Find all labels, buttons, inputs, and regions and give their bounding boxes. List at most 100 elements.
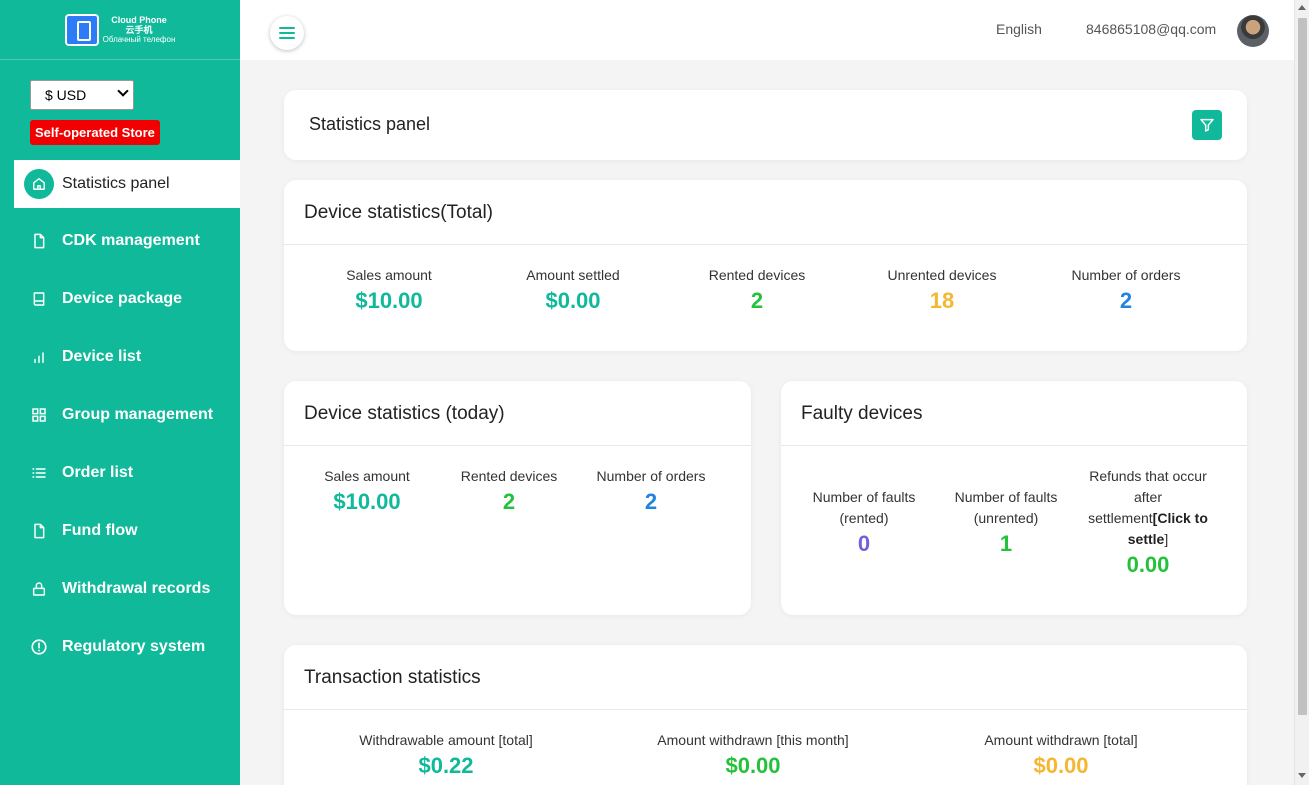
stat-label: Number of faults [812,489,916,505]
logo[interactable]: Cloud Phone 云手机 Облачный телефон [64,13,176,46]
sidebar-item-group-management[interactable]: Group management [0,395,240,435]
stat-withdrawn-total: Amount withdrawn [total] $0.00 [951,730,1171,779]
logo-text: Cloud Phone 云手机 Облачный телефон [103,15,176,45]
stat-value: 0 [857,531,871,556]
stat-label: Refunds that occur [1089,468,1207,484]
stat-value: $0.22 [418,753,474,778]
stat-label: settlement[Click to [1083,508,1213,529]
filter-button[interactable] [1192,110,1222,140]
sidebar-item-label: Withdrawal records [62,580,211,597]
divider [284,709,1247,710]
logo-area: Cloud Phone 云手机 Облачный телефон [0,0,240,60]
stat-label: Number of faults [954,489,1058,505]
stat-value: 2 [1119,288,1133,313]
sidebar-item-device-package[interactable]: Device package [0,279,240,319]
filter-icon [1200,118,1214,132]
stat-label: Number of orders [596,468,706,484]
stat-label: (unrented) [973,510,1039,526]
stat-unrented-devices: Unrented devices 18 [867,265,1017,314]
stat-label: Rented devices [708,267,806,283]
sidebar-item-regulatory-system[interactable]: Regulatory system [0,627,240,667]
logo-line-3: Облачный телефон [102,34,176,44]
stat-withdrawable-amount: Withdrawable amount [total] $0.22 [336,730,556,779]
page-title: Statistics panel [309,114,431,134]
stat-value: $0.00 [1033,753,1089,778]
stat-label-part: ] [1164,531,1169,547]
stat-label: Amount settled [526,267,620,283]
card-title: Faulty devices [801,403,923,424]
stat-label: Withdrawable amount [total] [359,732,533,748]
chevron-down-icon [117,85,129,97]
stat-value: 0.00 [1126,552,1170,577]
stat-withdrawn-this-month: Amount withdrawn [this month] $0.00 [643,730,863,779]
currency-select[interactable]: $ USD [30,80,134,110]
sidebar-item-label: Group management [62,406,214,423]
sidebar-item-fund-flow[interactable]: Fund flow [0,511,240,551]
panel-header-card: Statistics panel [284,90,1247,160]
stat-number-of-orders: Number of orders 2 [1051,265,1201,314]
click-to-settle-link[interactable]: settle [1128,531,1165,547]
stat-value: $0.00 [725,753,781,778]
scroll-up-arrow-icon[interactable] [1298,5,1306,10]
scrollbar[interactable] [1294,0,1309,785]
stat-label: Unrented devices [887,267,997,283]
sidebar-item-label: Regulatory system [62,638,206,655]
stat-label: after [1133,489,1162,505]
card-title: Device statistics(Total) [304,202,493,223]
stat-value: $0.00 [545,288,601,313]
stat-label: (rented) [839,510,889,526]
stat-label: Sales amount [346,267,432,283]
bar-chart-icon [30,348,48,366]
language-selector[interactable]: English [996,21,1042,37]
stat-label: Rented devices [460,468,558,484]
stat-faults-rented: Number of faults (rented) 0 [799,487,929,557]
home-icon [24,169,54,199]
book-icon [30,290,48,308]
scroll-down-arrow-icon[interactable] [1298,773,1306,778]
stat-rented-devices: Rented devices 2 [439,466,579,515]
sidebar-item-label: Device list [62,348,142,365]
sidebar-item-cdk-management[interactable]: CDK management [0,221,240,261]
device-statistics-today-card: Device statistics (today) Sales amount $… [284,381,751,615]
sidebar-item-withdrawal-records[interactable]: Withdrawal records [0,569,240,609]
document-icon [30,232,48,250]
faulty-devices-card: Faulty devices Number of faults (rented)… [781,381,1247,615]
divider [284,445,751,446]
stat-value: 2 [644,489,658,514]
stat-value: 2 [502,489,516,514]
sidebar-item-label: Device package [62,290,183,307]
device-statistics-total-card: Device statistics(Total) Sales amount $1… [284,180,1247,351]
sidebar-item-device-list[interactable]: Device list [0,337,240,377]
sidebar-item-label: Fund flow [62,522,138,539]
store-badge: Self-operated Store [30,120,160,145]
document-icon [30,522,48,540]
user-email[interactable]: 846865108@qq.com [1086,21,1216,37]
click-to-settle-link[interactable]: [Click to [1153,510,1208,526]
stat-value: 1 [999,531,1013,556]
stat-label: settle] [1083,529,1213,550]
stat-rented-devices: Rented devices 2 [687,265,827,314]
sidebar-item-label: Statistics panel [62,175,170,192]
stat-refunds-after-settlement: Refunds that occur after settlement[Clic… [1083,466,1213,578]
stat-sales-amount: Sales amount $10.00 [319,265,459,314]
sidebar-item-label: Order list [62,464,134,481]
stat-amount-settled: Amount settled $0.00 [503,265,643,314]
stat-label: Number of orders [1071,267,1181,283]
sidebar-item-order-list[interactable]: Order list [0,453,240,493]
stat-value: $10.00 [333,489,401,514]
divider [284,244,1247,245]
stat-faults-unrented: Number of faults (unrented) 1 [941,487,1071,557]
stat-label-part: settlement [1088,510,1153,526]
sidebar-top: $ USD Self-operated Store [0,61,240,160]
sidebar-item-statistics-panel[interactable]: Statistics panel [14,160,240,208]
currency-value: $ USD [45,87,87,103]
lock-icon [30,580,48,598]
stat-sales-amount: Sales amount $10.00 [297,466,437,515]
sidebar-item-label: CDK management [62,232,200,249]
transaction-statistics-card: Transaction statistics Withdrawable amou… [284,645,1247,785]
stat-value: 2 [750,288,764,313]
avatar[interactable] [1237,15,1269,47]
scroll-thumb[interactable] [1298,18,1307,715]
top-header: English 846865108@qq.com [240,0,1294,60]
menu-toggle-button[interactable] [270,16,304,50]
